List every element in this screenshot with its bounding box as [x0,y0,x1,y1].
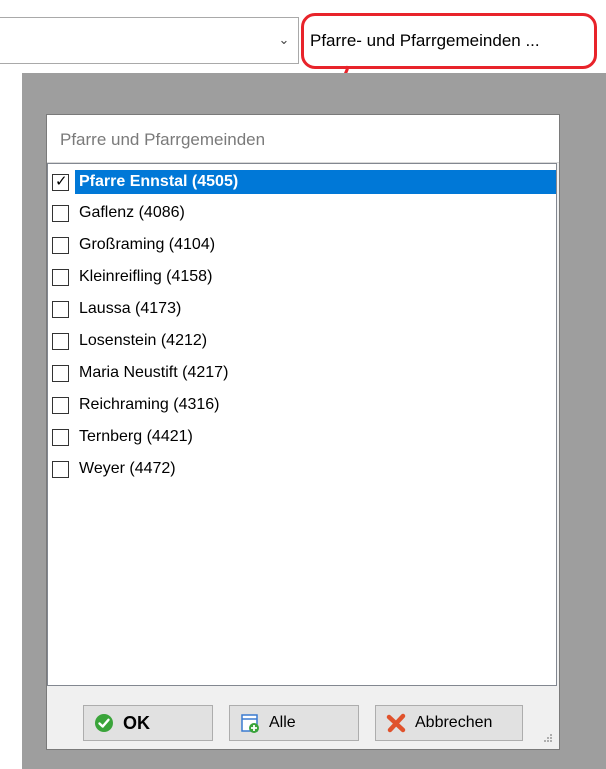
parish-selection-dialog: Pfarre und Pfarrgemeinden ✓ Pfarre Ennst… [46,114,560,750]
select-all-label: Alle [269,714,296,731]
list-item[interactable]: Maria Neustift (4217) [50,358,556,388]
list-item-label: Losenstein (4212) [79,332,208,349]
list-item[interactable]: Losenstein (4212) [50,326,556,356]
list-item-label: Großraming (4104) [79,236,216,253]
checkbox[interactable] [52,460,69,478]
list-item[interactable]: Kleinreifling (4158) [50,262,556,292]
list-item[interactable]: ✓ Pfarre Ennstal (4505) [50,167,556,197]
select-all-button[interactable]: Alle [229,705,359,741]
button-bar: OK Alle Abbrechen [47,688,559,749]
cancel-button[interactable]: Abbrechen [375,705,523,741]
add-document-icon [241,714,259,733]
list-item[interactable]: Weyer (4472) [50,454,556,484]
checkmark-icon: ✓ [55,172,68,190]
checkbox[interactable] [52,268,69,286]
list-item-label: Pfarre Ennstal (4505) [75,170,556,194]
checkbox[interactable] [52,236,69,254]
list-item-label: Weyer (4472) [79,460,176,477]
dialog-header: Pfarre und Pfarrgemeinden [47,115,559,163]
checkbox[interactable]: ✓ [52,172,69,191]
cancel-button-label: Abbrechen [415,714,493,731]
list-item-label: Ternberg (4421) [79,428,193,445]
resize-grip-icon[interactable] [543,733,553,743]
list-item[interactable]: Ternberg (4421) [50,422,556,452]
checkbox[interactable] [52,332,69,350]
checkbox[interactable] [52,204,69,222]
check-circle-icon [95,714,113,732]
dialog-title: Pfarre und Pfarrgemeinden [60,130,266,149]
list-item[interactable]: Laussa (4173) [50,294,556,324]
list-item-label: Gaflenz (4086) [79,204,185,221]
list-item[interactable]: Gaflenz (4086) [50,198,556,228]
checkbox[interactable] [52,396,69,414]
checkbox[interactable] [52,364,69,382]
checkbox[interactable] [52,300,69,318]
ok-button[interactable]: OK [83,705,213,741]
list-item-label: Laussa (4173) [79,300,182,317]
checkbox[interactable] [52,428,69,446]
list-item-label: Maria Neustift (4217) [79,364,229,381]
list-item-label: Kleinreifling (4158) [79,268,213,285]
ok-button-label: OK [123,712,150,733]
list-item-label: Reichraming (4316) [79,396,220,413]
parish-list[interactable]: ✓ Pfarre Ennstal (4505) Gaflenz (4086) G… [47,163,557,686]
list-item[interactable]: Reichraming (4316) [50,390,556,420]
list-item[interactable]: Großraming (4104) [50,230,556,260]
x-icon [386,713,406,733]
